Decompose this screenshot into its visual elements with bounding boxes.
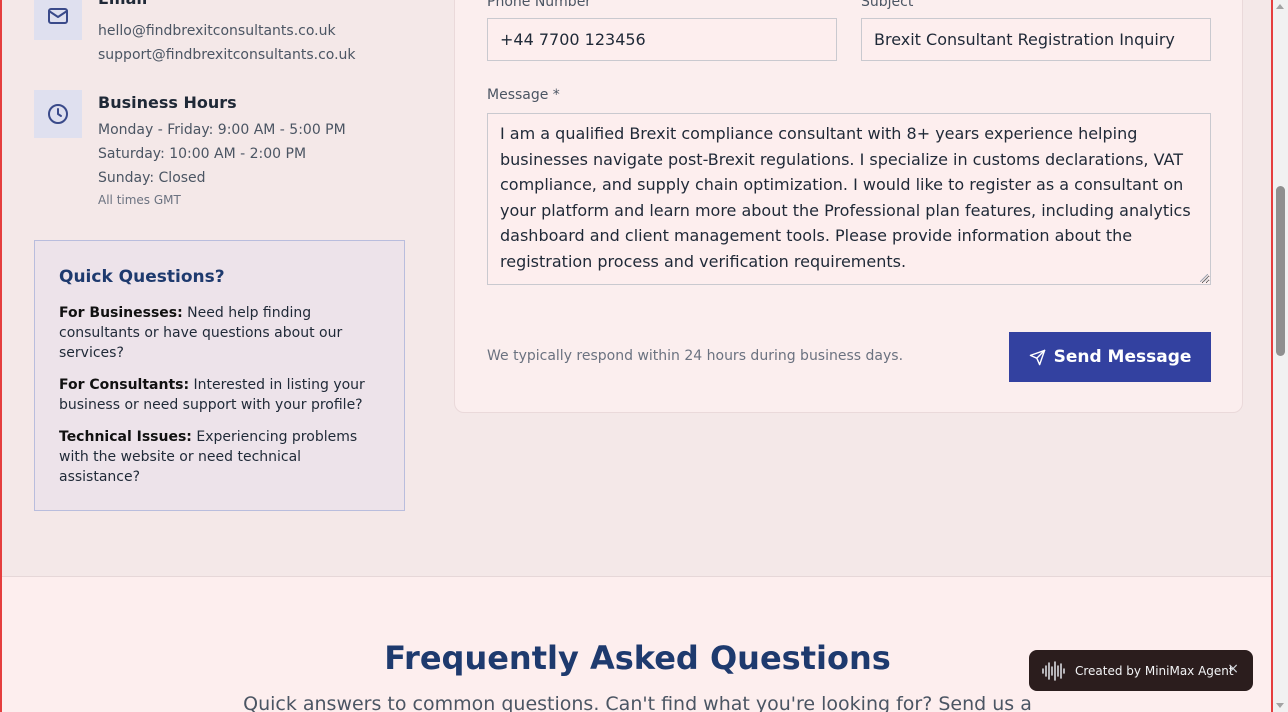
quick-questions-title: Quick Questions? — [59, 267, 225, 287]
message-label: Message * — [487, 87, 560, 103]
message-text: I am a qualified Brexit compliance consu… — [500, 124, 1191, 271]
scroll-up-arrow-icon[interactable] — [1276, 4, 1284, 9]
email-title: Email — [98, 0, 147, 8]
page-scrollbar[interactable] — [1273, 0, 1288, 712]
badge-text: Created by MiniMax Agent — [1075, 663, 1234, 678]
subject-input[interactable]: Brexit Consultant Registration Inquiry — [861, 18, 1211, 61]
mail-icon — [34, 0, 82, 40]
subject-label: Subject — [861, 0, 914, 10]
message-textarea[interactable]: I am a qualified Brexit compliance consu… — [487, 113, 1211, 285]
faq-subtitle: Quick answers to common questions. Can't… — [243, 693, 1032, 712]
quick-question-label: Technical Issues: — [59, 429, 192, 445]
waveform-icon — [1042, 660, 1065, 681]
response-time-note: We typically respond within 24 hours dur… — [487, 348, 904, 364]
contact-section: Email hello@findbrexitconsultants.co.uk … — [2, 0, 1271, 576]
quick-question-technical: Technical Issues: Experiencing problems … — [59, 427, 380, 487]
send-icon — [1029, 349, 1045, 365]
page: Email hello@findbrexitconsultants.co.uk … — [0, 0, 1273, 712]
faq-section: Frequently Asked Questions Quick answers… — [2, 576, 1271, 712]
quick-question-label: For Consultants: — [59, 377, 190, 393]
clock-icon — [34, 90, 82, 138]
quick-question-label: For Businesses: — [59, 305, 183, 321]
created-by-badge[interactable]: Created by MiniMax Agent × — [1029, 650, 1253, 691]
resize-grip-icon[interactable] — [1200, 274, 1208, 282]
email-address-primary[interactable]: hello@findbrexitconsultants.co.uk — [98, 23, 336, 39]
contact-form: Phone Number +44 7700 123456 Subject Bre… — [454, 0, 1243, 413]
close-icon[interactable]: × — [1227, 661, 1239, 677]
send-message-label: Send Message — [1053, 347, 1192, 367]
phone-label: Phone Number — [487, 0, 592, 10]
hours-title: Business Hours — [98, 93, 237, 112]
scroll-down-arrow-icon[interactable] — [1276, 703, 1284, 708]
quick-questions-box: Quick Questions? For Businesses: Need he… — [34, 240, 405, 511]
quick-question-businesses: For Businesses: Need help finding consul… — [59, 303, 380, 363]
quick-question-consultants: For Consultants: Interested in listing y… — [59, 375, 380, 415]
hours-sunday: Sunday: Closed — [98, 170, 206, 186]
hours-saturday: Saturday: 10:00 AM - 2:00 PM — [98, 146, 307, 162]
email-address-support[interactable]: support@findbrexitconsultants.co.uk — [98, 47, 356, 63]
hours-timezone-note: All times GMT — [98, 193, 181, 207]
hours-weekday: Monday - Friday: 9:00 AM - 5:00 PM — [98, 122, 346, 138]
send-message-button[interactable]: Send Message — [1009, 332, 1211, 382]
scrollbar-thumb[interactable] — [1276, 186, 1285, 356]
phone-input[interactable]: +44 7700 123456 — [487, 18, 837, 61]
